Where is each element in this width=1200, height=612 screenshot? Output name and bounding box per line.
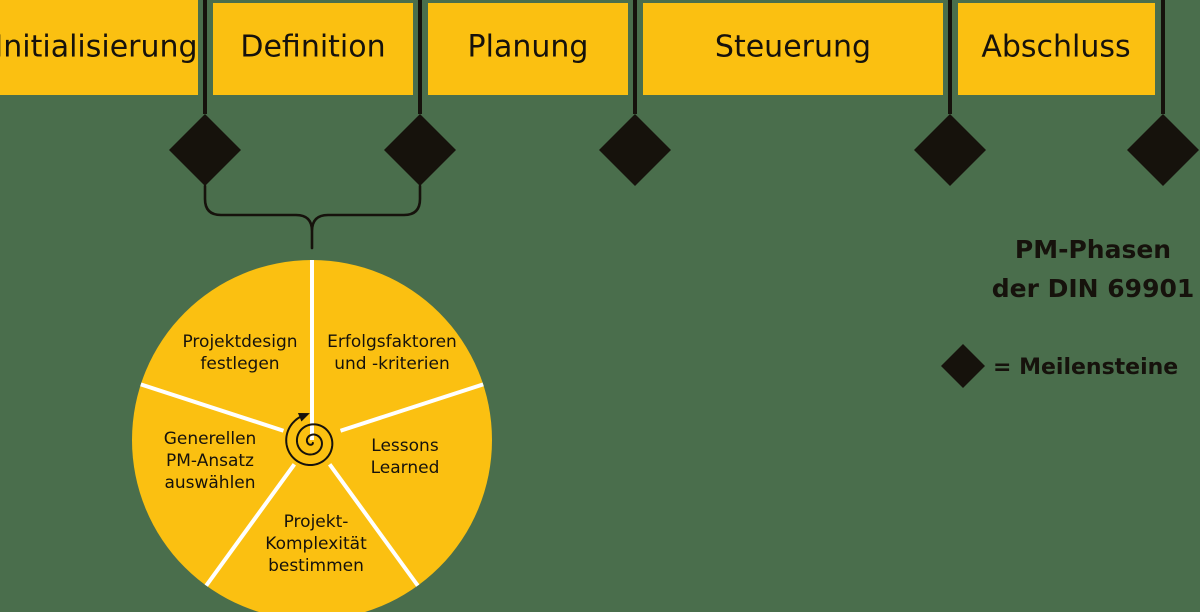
phase-box-3[interactable]: Steuerung — [643, 3, 943, 95]
legend-title-line: PM-Phasen — [1015, 235, 1171, 264]
legend-milestone-label: = Meilensteine — [993, 355, 1178, 380]
phase-label: Abschluss — [981, 30, 1130, 65]
phase-box-0[interactable]: Initialisierung — [0, 0, 198, 95]
diagram-canvas: Initialisierung Definition Planung Steuerun… — [0, 0, 1200, 612]
phase-label: Steuerung — [715, 30, 871, 65]
legend-title-line: der DIN 69901 — [992, 274, 1195, 303]
phase-box-1[interactable]: Definition — [213, 3, 413, 95]
pm-phasen-diagram: Initialisierung Definition Planung Steuerun… — [0, 0, 1200, 612]
phase-label: Planung — [468, 30, 589, 65]
phase-box-4[interactable]: Abschluss — [958, 3, 1155, 95]
phase-label: Initialisierung — [0, 30, 198, 65]
wheel-slice-label: Generellen PM-Ansatz auswählen — [164, 429, 257, 493]
phase-box-2[interactable]: Planung — [428, 3, 628, 95]
phase-label: Definition — [240, 30, 385, 65]
